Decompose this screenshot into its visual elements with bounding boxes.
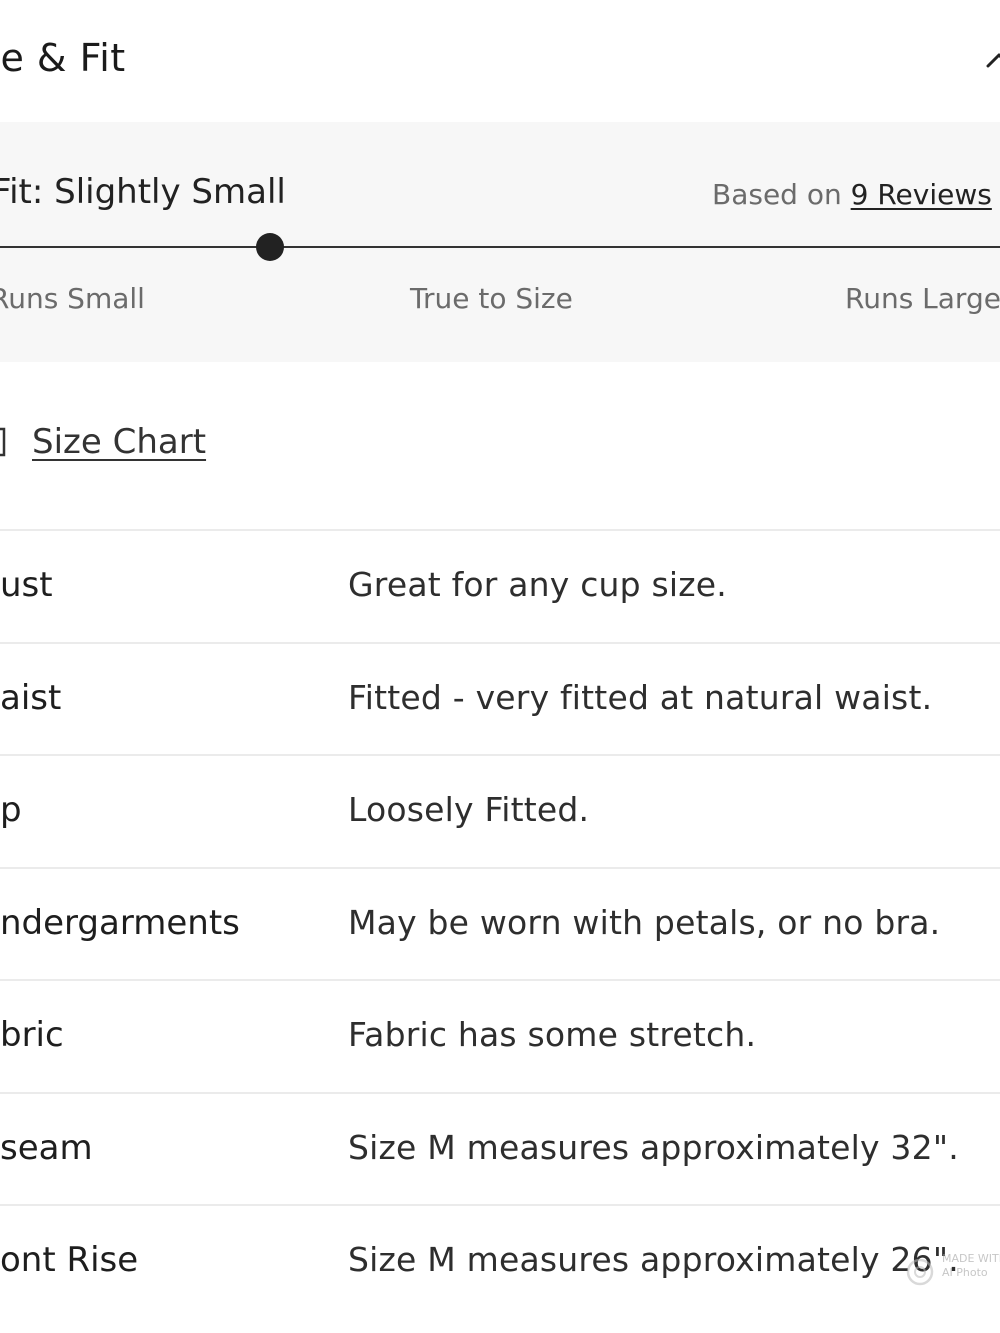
row-label: seam [0, 1127, 93, 1168]
scale-label-true-to-size: True to Size [410, 282, 573, 315]
reviews-link[interactable]: 9 Reviews [851, 178, 992, 211]
watermark-line1: MADE WITH [942, 1252, 1000, 1265]
row-value: Great for any cup size. [348, 565, 727, 604]
section-title: ze & Fit [0, 36, 126, 80]
table-row: p Loosely Fitted. [0, 754, 1000, 867]
row-value: Size M measures approximately 32". [348, 1127, 959, 1167]
table-row: bric Fabric has some stretch. [0, 979, 1000, 1092]
row-value: Fabric has some stretch. [348, 1015, 757, 1054]
ruler-icon [0, 427, 6, 457]
row-value: Fitted - very fitted at natural waist. [348, 677, 933, 717]
table-row: aist Fitted - very fitted at natural wai… [0, 641, 1000, 755]
fit-scale-track [0, 233, 1000, 261]
chevron-up-icon[interactable] [984, 46, 1000, 76]
row-value: Loosely Fitted. [348, 790, 590, 829]
row-label: bric [0, 1015, 64, 1055]
row-label: ndergarments [0, 902, 240, 943]
fit-rating-panel: Fit: Slightly Small Based on 9 Reviews R… [0, 122, 1000, 362]
scale-label-runs-large: Runs Large [845, 282, 1000, 315]
camera-icon [906, 1258, 934, 1286]
row-label: aist [0, 677, 62, 718]
size-fit-page: ze & Fit Fit: Slightly Small Based on 9 … [0, 0, 1000, 1333]
table-row: ndergarments May be worn with petals, or… [0, 866, 1000, 980]
reviews-prefix: Based on [712, 178, 842, 211]
watermark: MADE WITH AI Photo [906, 1252, 1000, 1292]
row-label: ont Rise [0, 1240, 139, 1280]
row-label: p [0, 790, 22, 830]
table-row: ust Great for any cup size. [0, 529, 1000, 642]
fit-details-table: ust Great for any cup size. aist Fitted … [0, 529, 1000, 1317]
watermark-text: MADE WITH AI Photo [942, 1252, 1000, 1280]
watermark-line2: AI Photo [942, 1266, 988, 1279]
scale-label-runs-small: Runs Small [0, 282, 145, 315]
size-chart-link[interactable]: Size Chart [0, 420, 206, 464]
reviews-summary: Based on 9 Reviews [712, 178, 992, 211]
row-value: Size M measures approximately 26". [348, 1240, 959, 1279]
row-value: May be worn with petals, or no bra. [348, 902, 941, 942]
table-row: ont Rise Size M measures approximately 2… [0, 1204, 1000, 1317]
row-label: ust [0, 565, 53, 605]
size-fit-header[interactable]: ze & Fit [0, 0, 1000, 122]
fit-label: Fit: Slightly Small [0, 172, 286, 212]
size-chart-label: Size Chart [32, 422, 207, 462]
fit-scale-marker [256, 233, 284, 261]
table-row: seam Size M measures approximately 32". [0, 1091, 1000, 1205]
